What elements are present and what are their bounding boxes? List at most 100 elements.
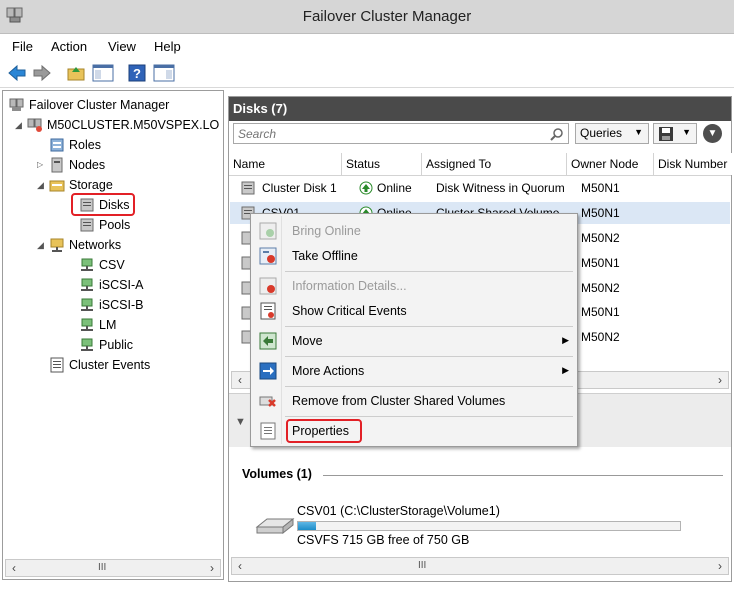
menu-file[interactable]: File [12, 39, 33, 54]
menu-item-label: Take Offline [292, 249, 358, 263]
svg-text:?: ? [133, 66, 141, 81]
expand-arrow-icon[interactable]: ◢ [37, 240, 44, 251]
collapse-chevron-icon[interactable]: ▼ [703, 124, 722, 143]
collapse-details-chevron-icon[interactable]: ▼ [235, 416, 246, 428]
menu-separator [285, 271, 573, 272]
volumes-divider [323, 475, 723, 476]
remove-csv-icon [259, 396, 276, 407]
scroll-right-arrow-icon[interactable]: › [712, 372, 728, 388]
menu-item-information-details[interactable]: Information Details... [253, 273, 575, 299]
volume-drive-icon [255, 517, 295, 535]
tree-pools-label: Pools [99, 218, 131, 232]
assigned-to-cell: Disk Witness in Quorum [436, 181, 565, 195]
context-menu: Bring Online Take Offline Information De… [250, 213, 578, 447]
volume-usage-bar [297, 521, 681, 531]
scroll-right-arrow-icon[interactable]: › [204, 560, 220, 576]
volume-free-space: CSVFS 715 GB free of 750 GB [297, 533, 470, 547]
cluster-icon [27, 118, 42, 132]
collapsed-arrow-icon[interactable]: ▷ [37, 160, 43, 169]
show-hide-console-tree-icon[interactable] [92, 64, 114, 82]
window-title: Failover Cluster Manager [302, 8, 472, 25]
left-horizontal-scrollbar[interactable]: ‹ III › [5, 559, 221, 577]
help-icon[interactable]: ? [127, 64, 147, 82]
menu-item-show-critical-events[interactable]: Show Critical Events [253, 298, 575, 324]
information-details-icon [259, 277, 277, 295]
menu-item-remove-from-csv[interactable]: Remove from Cluster Shared Volumes [253, 388, 575, 414]
owner-node-cell: M50N1 [581, 181, 620, 195]
search-icon[interactable] [550, 127, 564, 141]
save-query-button[interactable]: ▼ [653, 123, 697, 144]
roles-icon [50, 138, 64, 152]
tree-networks-label: Networks [69, 238, 122, 252]
owner-node-cell: M50N2 [581, 330, 620, 344]
owner-node-cell: M50N2 [581, 281, 620, 295]
submenu-arrow-icon: ▶ [562, 335, 569, 345]
search-input[interactable] [234, 124, 534, 143]
network-icon [81, 298, 93, 311]
save-icon [659, 127, 673, 141]
scroll-left-arrow-icon[interactable]: ‹ [6, 560, 22, 576]
menu-item-label: Remove from Cluster Shared Volumes [292, 394, 506, 408]
column-header-disk-number[interactable]: Disk Number [654, 153, 732, 175]
menu-separator [285, 386, 573, 387]
tree-roles-label: Roles [69, 138, 101, 152]
scroll-right-arrow-icon[interactable]: › [712, 558, 728, 574]
column-header-status[interactable]: Status [342, 153, 422, 175]
expand-arrow-icon[interactable]: ◢ [15, 120, 22, 131]
menu-separator [285, 326, 573, 327]
disk-name: Cluster Disk 1 [262, 181, 337, 195]
show-hide-action-pane-icon[interactable] [153, 64, 175, 82]
networks-icon [50, 238, 64, 252]
forward-arrow-icon[interactable] [32, 64, 52, 82]
column-header-divider [229, 175, 731, 176]
owner-node-cell: M50N1 [581, 305, 620, 319]
volume-name[interactable]: CSV01 (C:\ClusterStorage\Volume1) [297, 504, 500, 518]
network-icon [81, 338, 93, 351]
menu-action[interactable]: Action [51, 39, 87, 54]
network-icon [81, 258, 93, 271]
more-actions-icon [259, 362, 277, 380]
menu-item-label: Show Critical Events [292, 304, 407, 318]
menu-item-take-offline[interactable]: Take Offline [253, 243, 575, 269]
disk-icon [241, 181, 255, 195]
queries-button[interactable]: Queries ▼ [575, 123, 649, 144]
expand-arrow-icon[interactable]: ◢ [37, 180, 44, 191]
disks-pane-header: Disks (7) [229, 97, 731, 121]
menu-item-bring-online[interactable]: Bring Online [253, 218, 575, 244]
tree-network-lm-label: LM [99, 318, 117, 332]
nodes-icon [51, 157, 63, 173]
take-offline-icon [259, 247, 277, 265]
menu-item-label: More Actions [292, 364, 365, 378]
menu-item-label: Information Details... [292, 279, 407, 293]
submenu-arrow-icon: ▶ [562, 365, 569, 375]
dropdown-arrow-icon: ▼ [682, 127, 691, 137]
storage-icon [49, 180, 65, 192]
bring-online-icon [259, 222, 277, 240]
column-header-owner-node[interactable]: Owner Node [567, 153, 654, 175]
search-row: Queries ▼ ▼ ▼ [229, 123, 731, 145]
menu-bar: File Action View Help [0, 34, 734, 58]
menu-separator [285, 416, 573, 417]
critical-events-icon [260, 302, 276, 320]
network-icon [81, 278, 93, 291]
column-header-assigned-to[interactable]: Assigned To [422, 153, 567, 175]
menu-view[interactable]: View [108, 39, 136, 54]
scroll-left-arrow-icon[interactable]: ‹ [232, 372, 248, 388]
queries-label: Queries [580, 126, 623, 140]
scroll-thumb[interactable]: III [418, 558, 426, 574]
details-horizontal-scrollbar[interactable]: ‹ III › [231, 557, 729, 575]
scroll-left-arrow-icon[interactable]: ‹ [232, 558, 248, 574]
menu-item-move[interactable]: Move ▶ [253, 328, 575, 354]
menu-item-more-actions[interactable]: More Actions ▶ [253, 358, 575, 384]
column-header-name[interactable]: Name [229, 153, 342, 175]
owner-node-cell: M50N1 [581, 206, 620, 220]
tree-cluster-label: M50CLUSTER.M50VSPEX.LO [47, 118, 220, 132]
owner-node-cell: M50N2 [581, 231, 620, 245]
tree-nodes-label: Nodes [69, 158, 106, 172]
scroll-thumb[interactable]: III [98, 560, 106, 576]
menu-item-label: Bring Online [292, 224, 361, 238]
back-arrow-icon[interactable] [7, 64, 27, 82]
up-folder-icon[interactable] [66, 64, 86, 82]
tree-cluster-events-label: Cluster Events [69, 358, 151, 372]
menu-help[interactable]: Help [154, 39, 181, 54]
